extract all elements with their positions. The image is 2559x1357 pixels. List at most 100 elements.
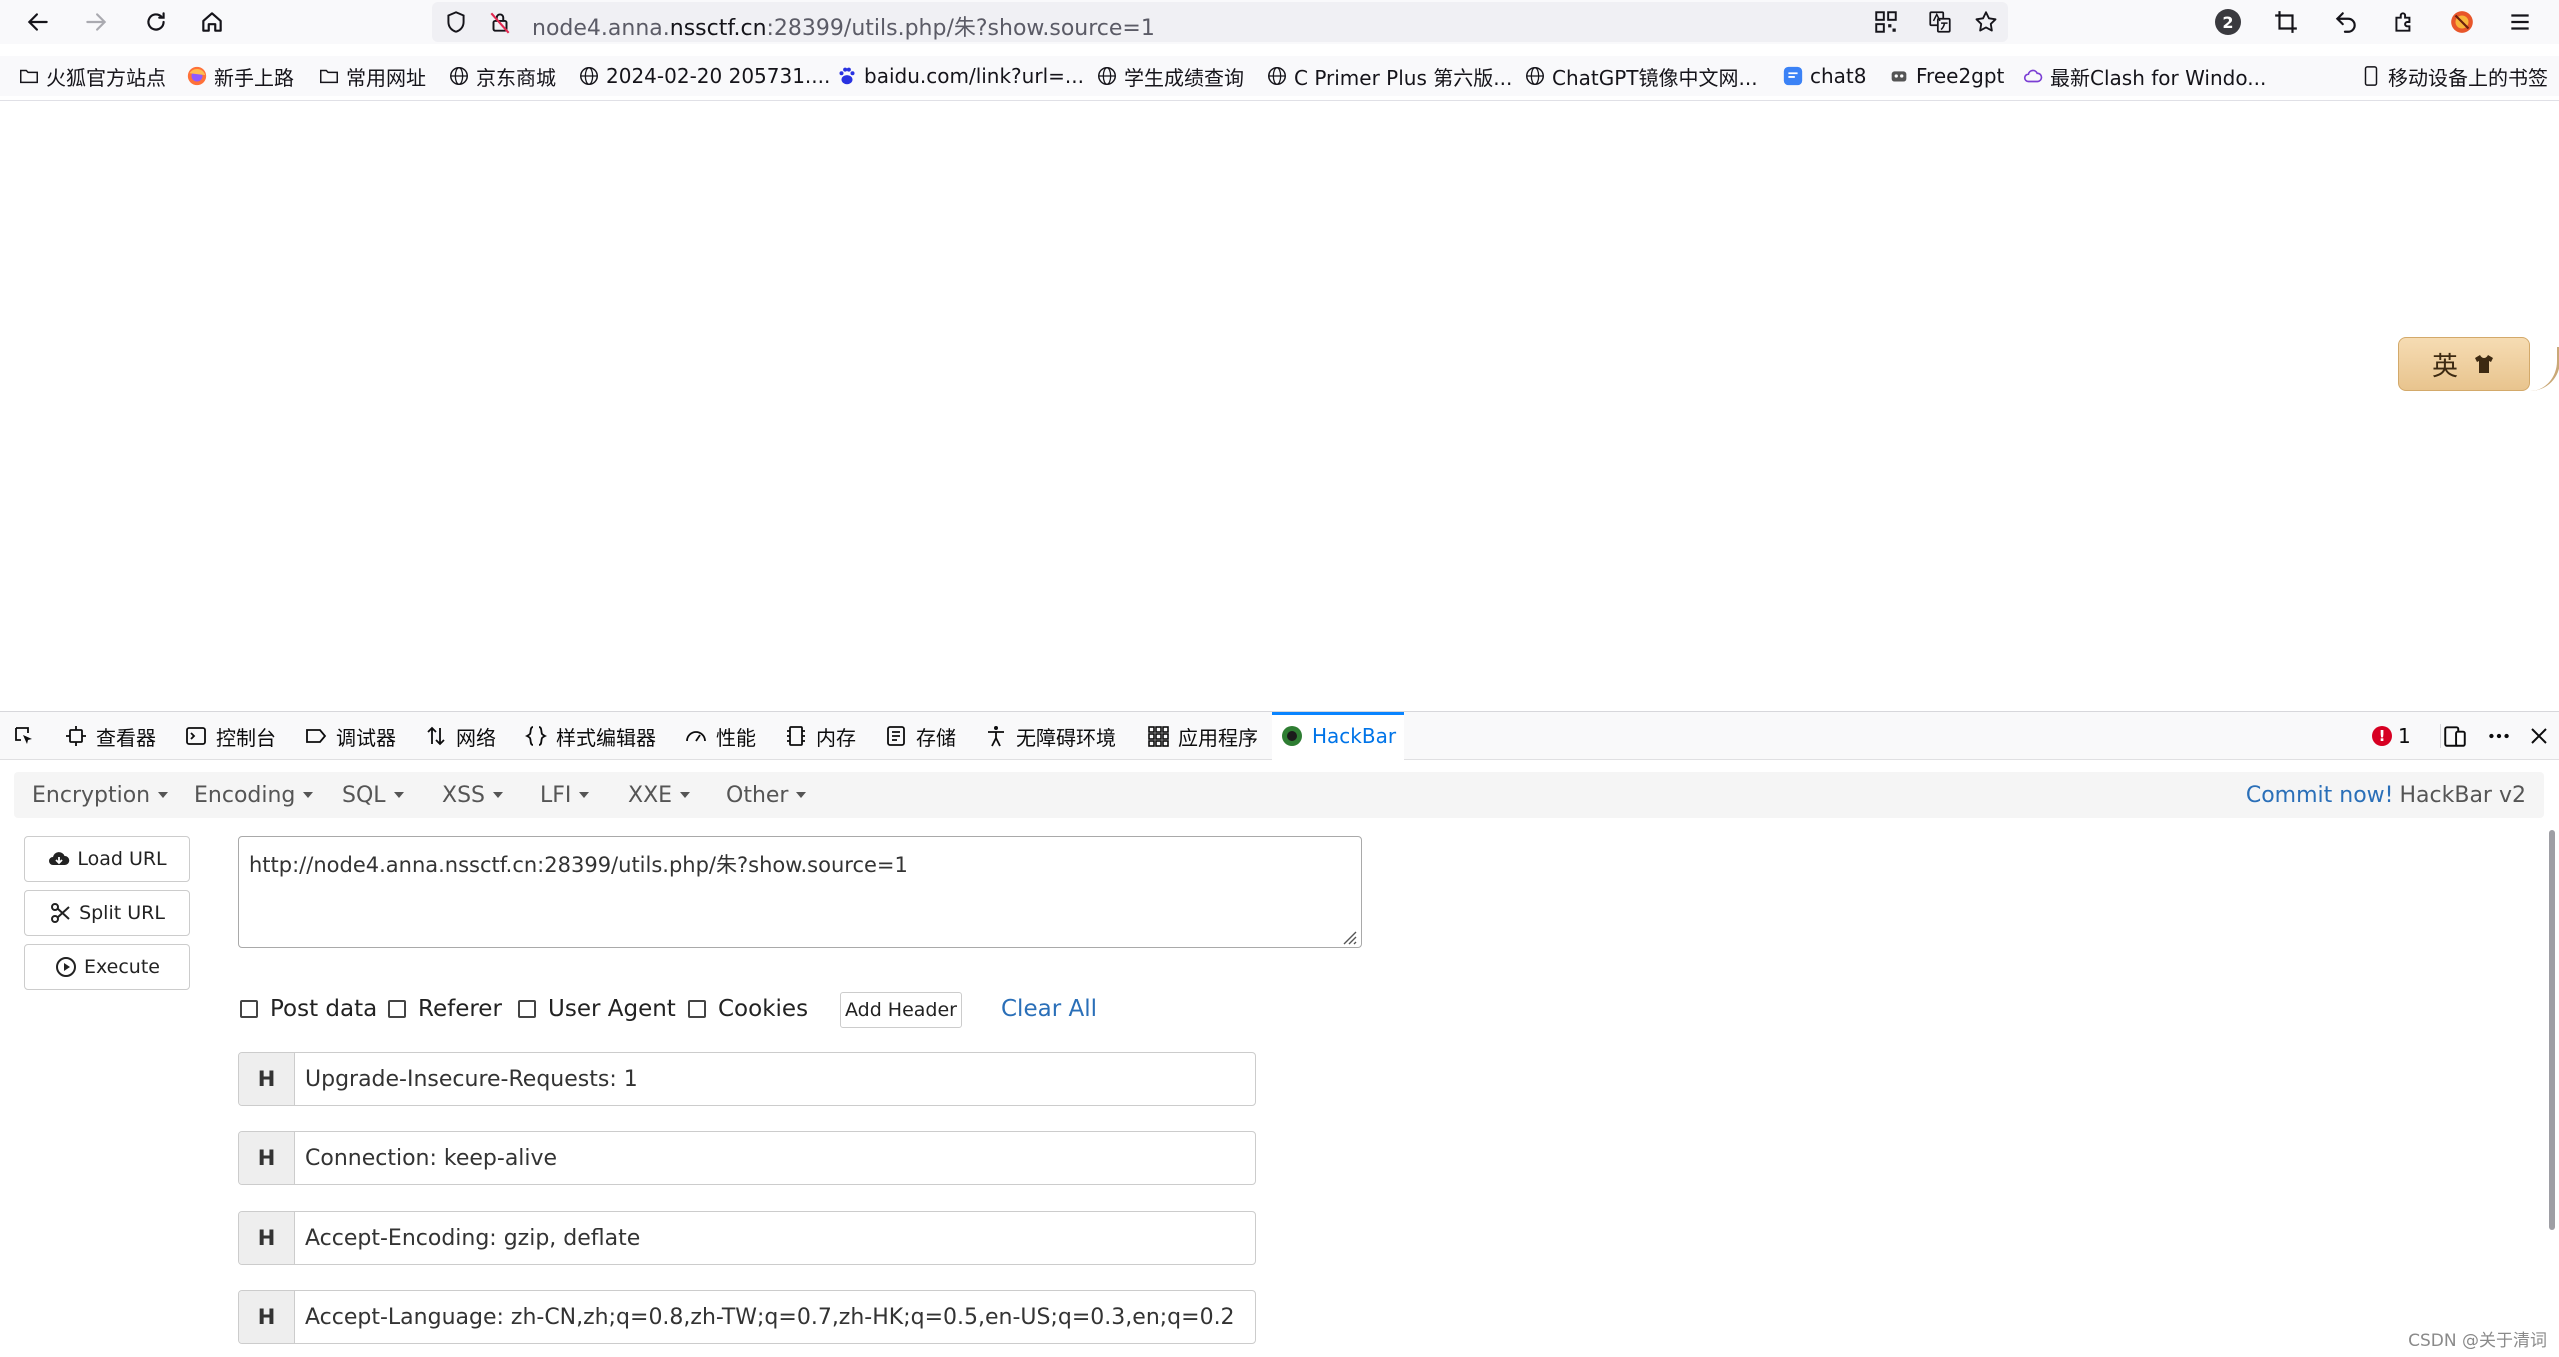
tab-memory[interactable]: 内存 [784, 712, 856, 760]
bookmark-item[interactable]: C Primer Plus 第六版... [1266, 60, 1512, 92]
widget-string [2520, 347, 2559, 391]
header-toggle[interactable]: H [239, 1291, 295, 1343]
caret-down-icon [680, 792, 691, 798]
tab-accessibility[interactable]: 无障碍环境 [984, 712, 1116, 760]
bookmark-item[interactable]: chat8 [1782, 60, 1867, 92]
bookmark-item[interactable]: 京东商城 [448, 60, 556, 92]
undo-button[interactable] [2330, 6, 2362, 38]
address-bar[interactable]: node4.anna.nssctf.cn:28399/utils.php/朱?s… [432, 2, 2008, 42]
panel-scrollbar[interactable] [2549, 830, 2555, 1230]
bookmark-star-icon[interactable] [1972, 8, 2000, 36]
menu-label: Encoding [194, 782, 296, 808]
header-toggle[interactable]: H [239, 1053, 295, 1105]
accessibility-icon [984, 724, 1008, 748]
bookmark-item[interactable]: baidu.com/link?url=... [836, 60, 1084, 92]
referer-checkbox[interactable]: Referer [388, 994, 502, 1024]
close-devtools-button[interactable] [2524, 712, 2554, 760]
folder-icon [18, 65, 40, 87]
more-options-button[interactable] [2484, 712, 2514, 760]
tab-hackbar[interactable]: HackBar [1272, 712, 1405, 760]
post-data-checkbox[interactable]: Post data [240, 994, 377, 1024]
load-url-button[interactable]: Load URL [24, 836, 190, 882]
user-agent-checkbox[interactable]: User Agent [518, 994, 676, 1024]
commit-now-link[interactable]: Commit now! [2246, 783, 2394, 808]
badge-count: 2 [2215, 9, 2241, 35]
insecure-lock-icon[interactable] [486, 8, 514, 36]
checkbox-label: User Agent [548, 996, 676, 1022]
performance-icon [684, 724, 708, 748]
split-url-button[interactable]: Split URL [24, 890, 190, 936]
menu-label: Encryption [32, 782, 151, 808]
url-textarea[interactable]: http://node4.anna.nssctf.cn:28399/utils.… [238, 836, 1362, 948]
bookmark-item[interactable]: 火狐官方站点 [18, 60, 166, 92]
tracking-shield-icon[interactable] [442, 8, 470, 36]
crop-icon [2275, 11, 2297, 33]
header-input[interactable]: Accept-Language: zh-CN,zh;q=0.8,zh-TW;q=… [295, 1291, 1255, 1343]
header-input[interactable]: Accept-Encoding: gzip, deflate [295, 1212, 1255, 1264]
reload-button[interactable] [138, 4, 174, 40]
qr-code-icon[interactable] [1872, 8, 1900, 36]
cookies-checkbox[interactable]: Cookies [688, 994, 808, 1024]
tab-inspector[interactable]: 查看器 [64, 712, 156, 760]
responsive-design-button[interactable] [2440, 712, 2470, 760]
translate-widget[interactable]: 英 [2398, 337, 2530, 391]
tab-application[interactable]: 应用程序 [1146, 712, 1258, 760]
play-circle-icon [54, 955, 78, 979]
menu-encoding[interactable]: Encoding [194, 772, 314, 818]
url-text[interactable]: node4.anna.nssctf.cn:28399/utils.php/朱?s… [532, 10, 1155, 42]
globe-icon [1096, 65, 1118, 87]
mobile-bookmarks-folder[interactable]: 移动设备上的书签 [2360, 60, 2548, 92]
app-menu-button[interactable] [2504, 6, 2536, 38]
resize-handle-icon[interactable] [1340, 928, 1358, 946]
element-picker-button[interactable] [12, 712, 44, 760]
tab-performance[interactable]: 性能 [684, 712, 756, 760]
storage-icon [884, 724, 908, 748]
extensions-button[interactable] [2388, 6, 2420, 38]
menu-xss[interactable]: XSS [442, 772, 504, 818]
back-button[interactable] [20, 4, 56, 40]
translate-icon[interactable] [1926, 8, 1954, 36]
baidu-icon [836, 65, 858, 87]
clear-all-link[interactable]: Clear All [1001, 994, 1097, 1024]
bookmark-item[interactable]: 常用网址 [318, 60, 426, 92]
menu-sql[interactable]: SQL [342, 772, 404, 818]
screenshot-crop-button[interactable] [2270, 6, 2302, 38]
header-input[interactable]: Upgrade-Insecure-Requests: 1 [295, 1053, 1255, 1105]
tab-label: 查看器 [96, 725, 156, 750]
bookmark-label: 新手上路 [214, 65, 294, 90]
tab-storage[interactable]: 存储 [884, 712, 956, 760]
header-input[interactable]: Connection: keep-alive [295, 1132, 1255, 1184]
header-toggle[interactable]: H [239, 1212, 295, 1264]
error-indicator[interactable]: ! 1 [2372, 712, 2411, 760]
add-header-button[interactable]: Add Header [840, 992, 962, 1028]
tab-label: 应用程序 [1178, 725, 1258, 750]
bookmark-item[interactable]: 2024-02-20 205731.... [578, 60, 830, 92]
profile-button[interactable] [2446, 6, 2478, 38]
bookmark-item[interactable]: 新手上路 [186, 60, 294, 92]
bookmark-item[interactable]: 学生成绩查询 [1096, 60, 1244, 92]
checkbox-box [518, 1000, 536, 1018]
extension-badge-button[interactable]: 2 [2212, 6, 2244, 38]
bookmark-item[interactable]: Free2gpt [1888, 60, 2004, 92]
tab-debugger[interactable]: 调试器 [304, 712, 396, 760]
bookmark-item[interactable]: 最新Clash for Windo... [2022, 60, 2266, 92]
bookmark-item[interactable]: ChatGPT镜像中文网... [1524, 60, 1758, 92]
menu-xxe[interactable]: XXE [628, 772, 691, 818]
tab-label: 无障碍环境 [1016, 725, 1116, 750]
menu-encryption[interactable]: Encryption [32, 772, 169, 818]
tab-style-editor[interactable]: 样式编辑器 [524, 712, 656, 760]
error-count: 1 [2398, 724, 2411, 748]
forward-button[interactable] [78, 4, 114, 40]
tab-label: 控制台 [216, 725, 276, 750]
menu-other[interactable]: Other [726, 772, 807, 818]
header-toggle[interactable]: H [239, 1132, 295, 1184]
bookmark-label: 火狐官方站点 [46, 65, 166, 90]
checkbox-label: Referer [418, 996, 502, 1022]
tab-console[interactable]: 控制台 [184, 712, 276, 760]
tab-network[interactable]: 网络 [424, 712, 496, 760]
undo-icon [2335, 12, 2356, 33]
bookmark-label: chat8 [1810, 64, 1867, 88]
home-button[interactable] [194, 4, 230, 40]
menu-lfi[interactable]: LFI [540, 772, 590, 818]
execute-button[interactable]: Execute [24, 944, 190, 990]
